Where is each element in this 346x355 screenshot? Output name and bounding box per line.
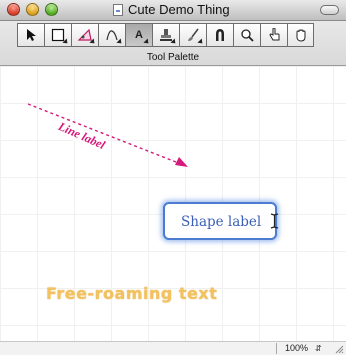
pointing-hand-icon: [268, 28, 279, 41]
text-tool-button[interactable]: A: [125, 23, 152, 47]
shape-label[interactable]: Shape label: [181, 214, 261, 230]
magnet-icon: [216, 29, 224, 41]
submenu-indicator-icon: [143, 38, 151, 46]
pointing-hand-tool-button[interactable]: [260, 23, 287, 47]
drawing-canvas[interactable]: Line label Shape label Free-roaming text: [0, 66, 346, 341]
tool-palette-buttons: A: [17, 23, 331, 49]
stamp-icon: [160, 29, 172, 41]
select-tool-button[interactable]: [17, 23, 44, 47]
close-window-button[interactable]: [7, 3, 20, 16]
window-title: Cute Demo Thing: [128, 2, 230, 17]
palette-title: Tool Palette: [146, 52, 200, 63]
line-tool-button[interactable]: [98, 23, 125, 47]
tool-palette: A Tool Palette: [0, 21, 346, 66]
resize-grip-icon[interactable]: [335, 345, 344, 354]
shape-node[interactable]: Shape label: [163, 202, 279, 240]
brush-icon: [188, 28, 199, 41]
rectangle-tool-button[interactable]: [44, 23, 71, 47]
zoom-stepper-icon[interactable]: ⇵: [315, 343, 322, 354]
status-bar: 100% ⇵: [0, 341, 346, 355]
magnet-tool-button[interactable]: [206, 23, 233, 47]
free-roaming-text[interactable]: Free-roaming text: [46, 284, 217, 303]
title-bar: Cute Demo Thing: [0, 0, 346, 21]
toolbar-toggle-button[interactable]: [320, 5, 339, 15]
arrow-pointer-icon: [27, 29, 36, 41]
zoom-tool-button[interactable]: [233, 23, 260, 47]
rectangle-icon: [51, 28, 65, 42]
line-icon: [106, 30, 118, 41]
text-cursor-icon: [270, 213, 279, 229]
grab-hand-tool-button[interactable]: [287, 23, 314, 47]
document-icon[interactable]: [113, 4, 123, 16]
magnifier-icon: [241, 29, 254, 42]
zoom-level[interactable]: 100%: [276, 343, 308, 354]
brush-tool-button[interactable]: [179, 23, 206, 47]
zoom-window-button[interactable]: [45, 3, 58, 16]
grab-hand-icon: [296, 29, 305, 42]
stamp-tool-button[interactable]: [152, 23, 179, 47]
text-A-icon: A: [135, 29, 143, 41]
polygon-tool-button[interactable]: [71, 23, 98, 47]
app-window: Cute Demo Thing A Tool Palette Line labe…: [0, 0, 346, 355]
minimize-window-button[interactable]: [26, 3, 39, 16]
